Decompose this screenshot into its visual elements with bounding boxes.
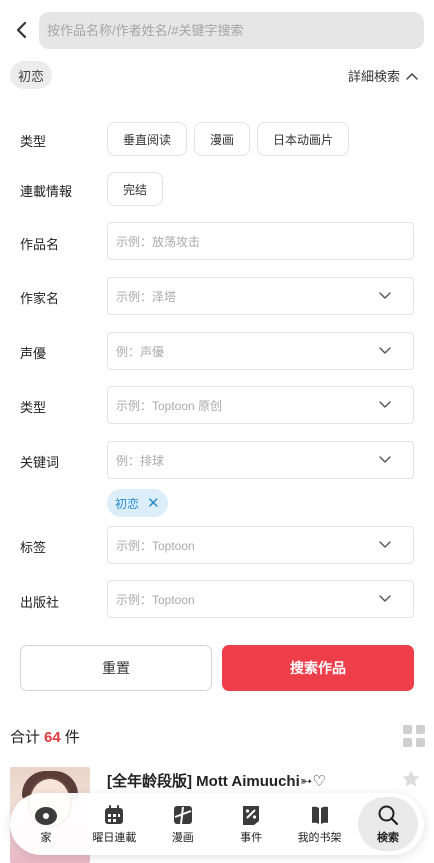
bookshelf-icon [311, 806, 328, 824]
search-submit-button[interactable]: 搜索作品 [222, 645, 414, 691]
serial-label: 連載情報 [20, 184, 73, 199]
chevron-down-icon [377, 397, 393, 413]
nav-item-home[interactable]: 家 [16, 797, 76, 851]
keyword-label: 关键词 [20, 455, 60, 470]
publisher-placeholder: 示例：Toptoon [116, 592, 195, 607]
chevron-down-icon [377, 537, 393, 553]
nav-label-comic: 漫画 [171, 831, 194, 844]
grid-view-icon[interactable] [403, 725, 425, 747]
bottom-nav: 家 曜日連載 漫画 事件 我的书架 検索 [10, 793, 424, 855]
genre-label: 类型 [20, 400, 47, 415]
voice-dropdown[interactable]: 例：声優 [107, 332, 414, 370]
genre-dropdown[interactable]: 示例：Toptoon 原创 [107, 386, 414, 424]
publisher-label: 出版社 [20, 595, 60, 610]
star-icon[interactable] [401, 769, 421, 789]
author-label: 作家名 [20, 291, 60, 306]
keyword-dropdown[interactable]: 例：排球 [107, 441, 414, 479]
active-filter-row: 初恋 [10, 61, 53, 89]
reset-button[interactable]: 重置 [20, 645, 212, 691]
nav-label-bookshelf: 我的书架 [297, 831, 342, 844]
chevron-left-icon [16, 21, 27, 39]
nav-item-comic[interactable]: 漫画 [153, 797, 213, 851]
nav-item-bookshelf[interactable]: 我的书架 [290, 797, 350, 851]
voice-label: 声優 [20, 346, 47, 361]
title-placeholder: 示例：放荡攻击 [116, 234, 201, 249]
voice-placeholder: 例：声優 [116, 344, 165, 359]
type-option-anime[interactable]: 日本动画片 [257, 122, 349, 156]
serial-option-completed[interactable]: 完结 [107, 172, 163, 206]
type-label: 类型 [20, 134, 47, 149]
tag-placeholder: 示例：Toptoon [116, 538, 195, 553]
chevron-down-icon [377, 288, 393, 304]
genre-placeholder: 示例：Toptoon 原创 [116, 398, 223, 413]
chevron-up-icon [406, 72, 418, 80]
author-placeholder: 示例：泽塔 [116, 289, 177, 304]
calendar-icon [105, 804, 124, 824]
result-title: [全年龄段版] Mott Aimuuchi➳♡ [107, 773, 326, 790]
back-button[interactable] [10, 18, 32, 42]
close-icon[interactable]: ✕ [147, 496, 160, 511]
keyword-placeholder: 例：排球 [116, 453, 165, 468]
nav-item-event[interactable]: 事件 [221, 797, 281, 851]
author-dropdown[interactable]: 示例：泽塔 [107, 277, 414, 315]
keyword-chip-label: 初恋 [115, 496, 140, 511]
event-icon [243, 805, 260, 825]
top-bar [0, 0, 434, 60]
type-option-vertical[interactable]: 垂直阅读 [107, 122, 187, 156]
chevron-down-icon [377, 343, 393, 359]
nav-item-search[interactable]: 検索 [357, 797, 418, 851]
chevron-down-icon [377, 591, 393, 607]
nav-label-weekly: 曜日連載 [92, 831, 137, 844]
title-field[interactable]: 示例：放荡攻击 [107, 222, 414, 260]
nav-label-event: 事件 [240, 831, 263, 844]
home-icon [35, 806, 57, 825]
tag-dropdown[interactable]: 示例：Toptoon [107, 526, 414, 564]
nav-item-weekly[interactable]: 曜日連載 [84, 797, 144, 851]
advanced-search-toggle[interactable]: 詳細検索 [348, 66, 418, 85]
type-option-comic[interactable]: 漫画 [194, 122, 250, 156]
search-icon [378, 805, 399, 825]
result-count-number: 64 [44, 729, 61, 746]
publisher-dropdown[interactable]: 示例：Toptoon [107, 580, 414, 618]
keyword-chip: 初恋 ✕ [107, 489, 168, 517]
title-label: 作品名 [20, 237, 60, 252]
search-field[interactable] [39, 12, 424, 49]
chevron-down-icon [377, 452, 393, 468]
result-count: 合计 64 件 [10, 726, 80, 747]
comic-icon [173, 805, 192, 824]
nav-label-home: 家 [40, 831, 52, 844]
result-count-prefix: 合计 [10, 729, 41, 746]
nav-label-search: 検索 [376, 831, 399, 844]
result-count-suffix: 件 [64, 729, 80, 746]
advanced-search-label: 詳細検索 [347, 69, 400, 84]
active-filter-chip[interactable]: 初恋 [10, 61, 53, 89]
tag-label: 标签 [20, 540, 47, 555]
search-input[interactable] [47, 23, 424, 38]
